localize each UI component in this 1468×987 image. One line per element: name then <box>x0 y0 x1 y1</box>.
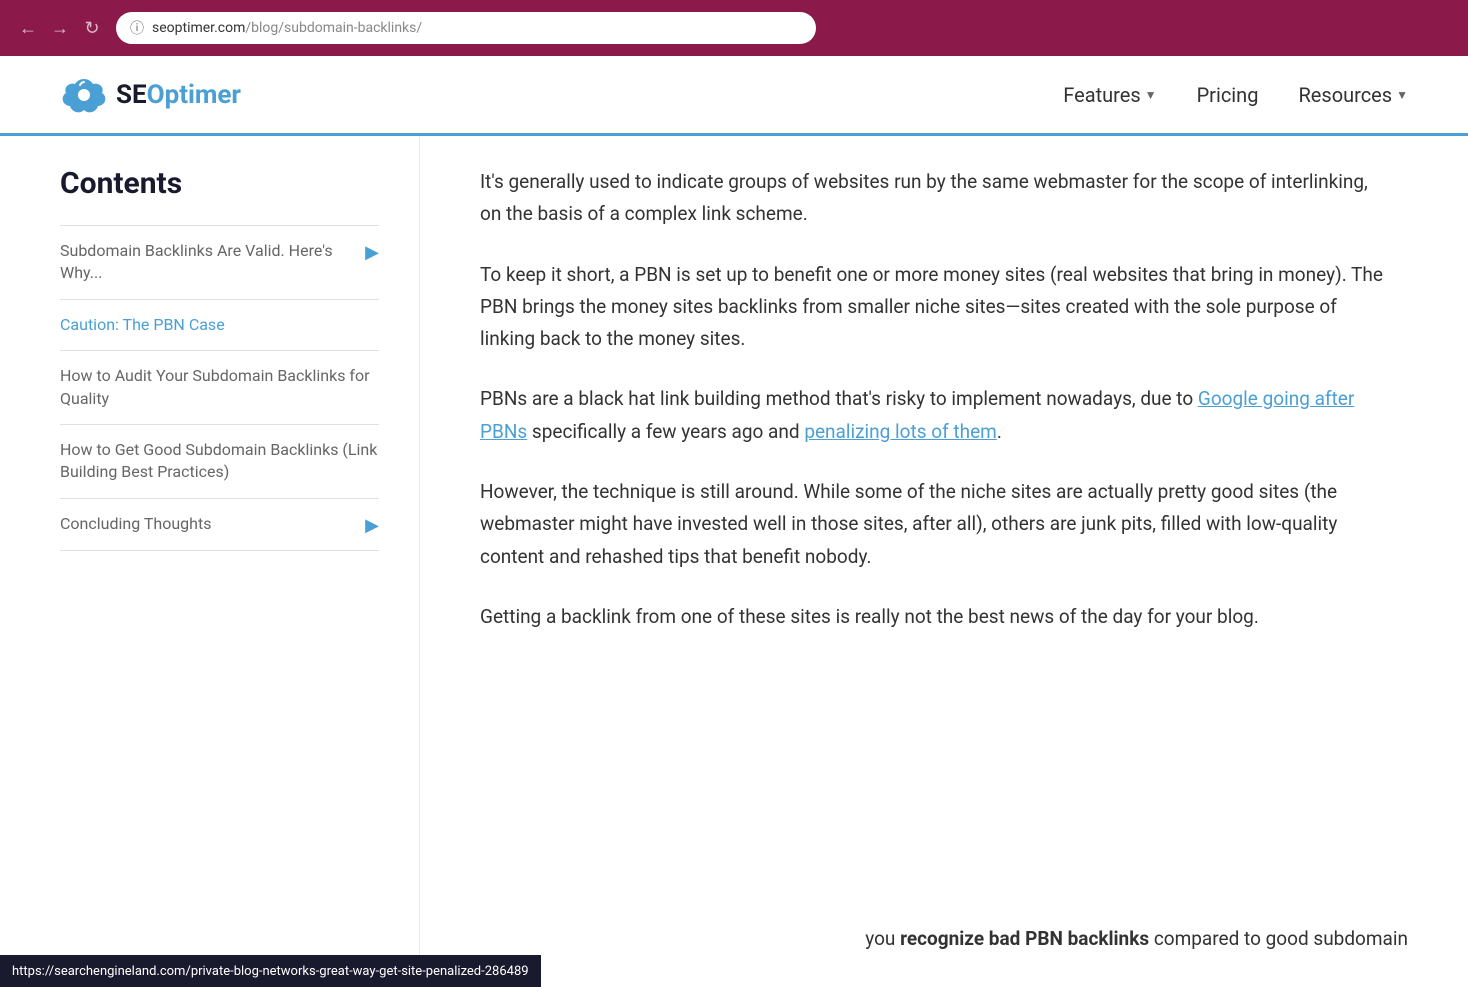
resources-chevron-icon: ▼ <box>1396 88 1408 102</box>
reload-button[interactable]: ↻ <box>80 16 104 40</box>
status-url: https://searchengineland.com/private-blo… <box>12 964 529 979</box>
toc-item-5: Concluding Thoughts ▶ <box>60 499 379 551</box>
toc-link-4[interactable]: How to Get Good Subdomain Backlinks (Lin… <box>60 439 379 484</box>
features-chevron-icon: ▼ <box>1145 88 1157 102</box>
browser-chrome: ← → ↻ ⓘ seoptimer.com/blog/subdomain-bac… <box>0 0 1468 56</box>
paragraph-2: To keep it short, a PBN is set up to ben… <box>480 259 1388 356</box>
sidebar-toc: Contents Subdomain Backlinks Are Valid. … <box>0 136 420 955</box>
status-bar: https://searchengineland.com/private-blo… <box>0 955 541 987</box>
bottom-text-bold: recognize bad PBN backlinks <box>900 927 1149 950</box>
toc-indicator-1: ▶ <box>365 242 379 263</box>
paragraph-1: It's generally used to indicate groups o… <box>480 166 1388 231</box>
logo-text: SEOptimer <box>116 80 241 110</box>
logo-area[interactable]: SEOptimer <box>60 71 241 119</box>
paragraph-5: Getting a backlink from one of these sit… <box>480 601 1388 633</box>
bottom-text-after: compared to good subdomain <box>1149 927 1408 950</box>
toc-link-5[interactable]: Concluding Thoughts <box>60 513 357 535</box>
nav-pricing[interactable]: Pricing <box>1197 83 1259 107</box>
toc-item-1: Subdomain Backlinks Are Valid. Here's Wh… <box>60 225 379 300</box>
logo-icon <box>60 71 108 119</box>
toc-item-3: How to Audit Your Subdomain Backlinks fo… <box>60 351 379 425</box>
site-header: SEOptimer Features ▼ Pricing Resources ▼ <box>0 56 1468 136</box>
toc-link-3[interactable]: How to Audit Your Subdomain Backlinks fo… <box>60 365 379 410</box>
site-nav: Features ▼ Pricing Resources ▼ <box>1063 83 1408 107</box>
toc-list: Subdomain Backlinks Are Valid. Here's Wh… <box>60 225 379 551</box>
toc-link-2[interactable]: Caution: The PBN Case <box>60 314 379 336</box>
toc-indicator-5: ▶ <box>365 515 379 536</box>
bottom-text-before: you <box>865 927 900 950</box>
toc-link-1[interactable]: Subdomain Backlinks Are Valid. Here's Wh… <box>60 240 357 285</box>
address-bar-icon: ⓘ <box>130 18 144 38</box>
penalizing-link[interactable]: penalizing lots of them <box>804 420 997 443</box>
paragraph-3: PBNs are a black hat link building metho… <box>480 383 1388 448</box>
nav-features[interactable]: Features ▼ <box>1063 83 1156 107</box>
forward-button[interactable]: → <box>48 16 72 40</box>
paragraph-4: However, the technique is still around. … <box>480 476 1388 573</box>
address-bar[interactable]: ⓘ seoptimer.com/blog/subdomain-backlinks… <box>116 12 816 44</box>
back-button[interactable]: ← <box>16 16 40 40</box>
nav-resources[interactable]: Resources ▼ <box>1298 83 1408 107</box>
bottom-content: you recognize bad PBN backlinks compared… <box>865 923 1408 955</box>
toc-item-2: Caution: The PBN Case <box>60 300 379 351</box>
main-content: Contents Subdomain Backlinks Are Valid. … <box>0 136 1468 955</box>
toc-title: Contents <box>60 166 379 201</box>
article-content: It's generally used to indicate groups o… <box>420 136 1468 955</box>
toc-item-4: How to Get Good Subdomain Backlinks (Lin… <box>60 425 379 499</box>
address-text: seoptimer.com/blog/subdomain-backlinks/ <box>152 20 422 36</box>
browser-nav-buttons: ← → ↻ <box>16 16 104 40</box>
